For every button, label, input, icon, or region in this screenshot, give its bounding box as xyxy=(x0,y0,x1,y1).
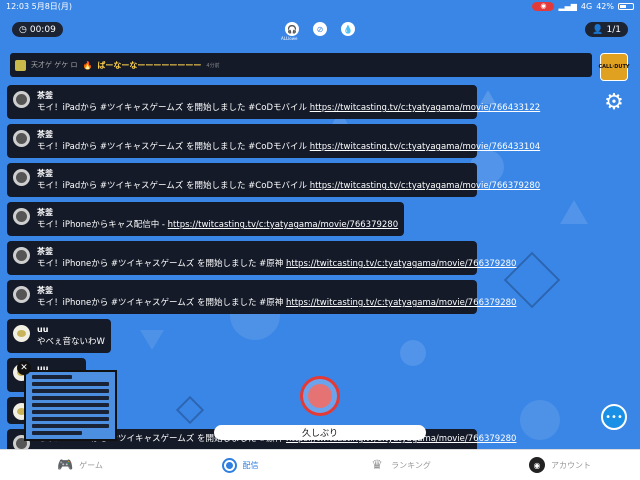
status-battery: 42% xyxy=(596,1,614,11)
comment-text: モイ！iPhoneからキャス配信中 - xyxy=(37,220,168,230)
comment-author: 茶釜 xyxy=(37,169,53,178)
comment-link[interactable]: https://twitcasting.tv/c:tyatyagama/movi… xyxy=(286,259,516,269)
comment-item[interactable]: 茶釜 モイ！iPadから #ツイキャスゲームズ を開始しました #CoDモバイル … xyxy=(7,163,540,197)
stream-timer: ◷ 00:09 xyxy=(12,22,63,37)
comment-link[interactable]: https://twitcasting.tv/c:tyatyagama/movi… xyxy=(286,298,516,308)
gamepad-icon: 🎮 xyxy=(57,457,74,473)
chat-bubble-icon[interactable]: ••• xyxy=(601,404,627,430)
gear-icon[interactable]: ⚙ xyxy=(602,91,626,115)
person-icon: 👤 xyxy=(592,24,604,35)
comment-link[interactable]: https://twitcasting.tv/c:tyatyagama/movi… xyxy=(310,181,540,191)
game-logo[interactable]: CALL·DUTY xyxy=(598,53,630,81)
tab-bar: 🎮 ゲーム 配信 ♛ ランキング ◉ アカウント xyxy=(0,449,640,480)
comment-text: モイ！iPadから #ツイキャスゲームズ を開始しました #CoDモバイル xyxy=(37,103,310,113)
headphones-label: ALLlowe xyxy=(281,36,298,41)
status-time-date: 12:03 5月8日(月) xyxy=(6,1,72,12)
close-icon[interactable]: ✕ xyxy=(17,361,31,375)
screen-recording-icon: ◉ xyxy=(532,1,555,11)
comment-author: 茶釜 xyxy=(37,130,53,139)
status-bar: 12:03 5月8日(月) ◉ ▂▄▆ 4G 42% xyxy=(0,0,640,12)
tab-ranking[interactable]: ♛ ランキング xyxy=(320,457,480,473)
banner-meta: 4分前 xyxy=(206,62,220,69)
avatar xyxy=(13,208,30,225)
tab-ranking-label: ランキング xyxy=(391,460,431,470)
clock-icon: ◷ xyxy=(19,24,27,35)
comment-author: 茶釜 xyxy=(37,286,53,295)
avatar xyxy=(13,247,30,264)
banner-name: 天才ゲ ゲケ ロ xyxy=(31,61,78,69)
tab-game-label: ゲーム xyxy=(79,460,103,470)
avatar xyxy=(13,169,30,186)
record-button[interactable] xyxy=(300,376,340,416)
comment-item[interactable]: 茶釜 モイ！iPadから #ツイキャスゲームズ を開始しました #CoDモバイル … xyxy=(7,124,540,158)
comment-text: モイ！iPadから #ツイキャスゲームズ を開始しました #CoDモバイル xyxy=(37,142,310,152)
tab-broadcast[interactable]: 配信 xyxy=(160,457,320,473)
comment-item[interactable]: 茶釜 モイ！iPadから #ツイキャスゲームズ を開始しました #CoDモバイル … xyxy=(7,85,540,119)
drop-icon[interactable]: 💧 xyxy=(341,22,355,36)
account-icon: ◉ xyxy=(529,457,545,473)
pinned-comment-banner[interactable]: 天才ゲ ゲケ ロ 🔥 ばーなーなーーーーーーーー 4分前 xyxy=(10,53,592,77)
top-controls: 🎧 ALLlowe ⊘ 💧 xyxy=(281,22,355,41)
crown-icon: ♛ xyxy=(371,457,383,473)
avatar xyxy=(13,130,30,147)
comment-text: モイ！iPadから #ツイキャスゲームズ を開始しました #CoDモバイル xyxy=(37,181,310,191)
comment-input[interactable] xyxy=(214,425,426,440)
tab-account[interactable]: ◉ アカウント xyxy=(480,457,640,473)
headphones-icon[interactable]: 🎧 ALLlowe xyxy=(281,22,299,41)
comment-text: モイ！iPhoneから #ツイキャスゲームズ を開始しました #原神 xyxy=(37,259,286,269)
comment-author: 茶釜 xyxy=(37,247,53,256)
viewer-count[interactable]: 👤 1/1 xyxy=(585,22,628,37)
comment-item[interactable]: 茶釜モイ！iPhoneからキャス配信中 - https://twitcastin… xyxy=(7,202,405,236)
comment-author: 茶釜 xyxy=(37,208,53,217)
comment-link[interactable]: https://twitcasting.tv/c:tyatyagama/movi… xyxy=(310,142,540,152)
fire-icon: 🔥 xyxy=(82,60,93,70)
record-icon xyxy=(308,384,332,408)
status-date: 5月8日(月) xyxy=(31,1,73,11)
status-time: 12:03 xyxy=(6,1,30,11)
timer-value: 00:09 xyxy=(29,24,56,35)
comment-text: やべぇ音ないわW xyxy=(37,337,105,347)
status-network: 4G xyxy=(580,1,593,11)
tab-broadcast-label: 配信 xyxy=(242,460,259,470)
record-tab-icon xyxy=(221,457,237,473)
tab-account-label: アカウント xyxy=(551,460,591,470)
pip-preview[interactable] xyxy=(24,370,117,441)
comment-text: モイ！iPhoneから #ツイキャスゲームズ を開始しました #原神 xyxy=(37,298,286,308)
tab-game[interactable]: 🎮 ゲーム xyxy=(0,457,160,473)
avatar xyxy=(13,325,30,342)
comment-item[interactable]: uu やべぇ音ないわW xyxy=(7,319,111,353)
banner-message: ばーなーなーーーーーーーー xyxy=(97,60,202,70)
comment-link[interactable]: https://twitcasting.tv/c:tyatyagama/movi… xyxy=(310,103,540,113)
banner-avatar xyxy=(15,59,26,71)
signal-icon: ▂▄▆ xyxy=(558,1,577,11)
comment-author: 茶釜 xyxy=(37,91,53,100)
comment-link[interactable]: https://twitcasting.tv/c:tyatyagama/movi… xyxy=(168,220,398,230)
mute-icon[interactable]: ⊘ xyxy=(313,22,327,36)
comment-author: uu xyxy=(37,325,49,334)
avatar xyxy=(13,91,30,108)
battery-icon xyxy=(618,2,634,10)
avatar xyxy=(13,286,30,303)
viewer-count-value: 1/1 xyxy=(606,24,621,35)
comment-item[interactable]: 茶釜モイ！iPhoneから #ツイキャスゲームズ を開始しました #原神 htt… xyxy=(7,280,516,314)
status-indicators: ◉ ▂▄▆ 4G 42% xyxy=(532,1,634,11)
comment-item[interactable]: 茶釜モイ！iPhoneから #ツイキャスゲームズ を開始しました #原神 htt… xyxy=(7,241,516,275)
